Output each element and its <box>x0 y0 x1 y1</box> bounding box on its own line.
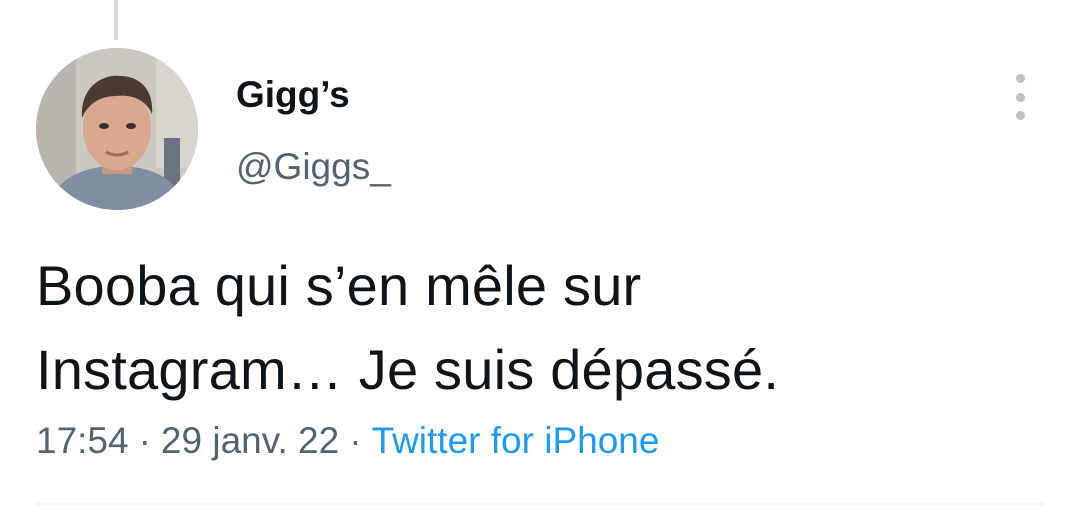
tweet: Gigg’s @Giggs_ Booba qui s’en mêle sur I… <box>0 0 1080 512</box>
tweet-date[interactable]: 29 janv. 22 <box>161 420 339 461</box>
meta-separator: · <box>349 420 362 461</box>
tweet-meta: 17:54 · 29 janv. 22 · Twitter for iPhone <box>36 422 659 459</box>
tweet-text-line: Booba qui s’en mêle sur <box>36 254 642 317</box>
meta-separator: · <box>138 420 151 461</box>
more-dot <box>1015 92 1025 102</box>
divider <box>36 503 1044 505</box>
user-handle[interactable]: @Giggs_ <box>236 148 391 185</box>
display-name[interactable]: Gigg’s <box>236 76 350 113</box>
tweet-source-link[interactable]: Twitter for iPhone <box>372 420 660 461</box>
avatar[interactable] <box>36 48 198 210</box>
tweet-text-line: Instagram… Je suis dépassé. <box>36 338 780 401</box>
more-vertical-icon[interactable] <box>1004 74 1036 120</box>
more-dot <box>1015 74 1025 83</box>
thread-line <box>114 0 118 40</box>
tweet-text: Booba qui s’en mêle sur Instagram… Je su… <box>36 244 1036 412</box>
more-dot <box>1015 111 1025 120</box>
avatar-image <box>36 48 198 210</box>
tweet-time[interactable]: 17:54 <box>36 420 129 461</box>
